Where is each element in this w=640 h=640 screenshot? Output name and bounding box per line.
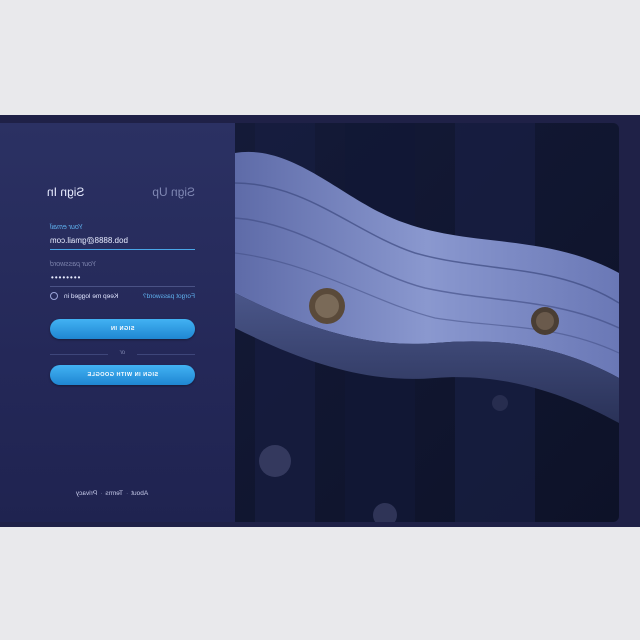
sign-in-panel: Sign Up Sign In Your email bob.8888@gmai… (0, 123, 235, 522)
email-field[interactable]: Your email bob.8888@gmail.com (50, 224, 195, 250)
footer-separator: · (126, 490, 129, 497)
email-underline (50, 249, 195, 250)
email-input[interactable]: bob.8888@gmail.com (50, 236, 195, 245)
footer-separator: · (100, 490, 103, 497)
tab-sign-in[interactable]: Sign In (47, 185, 84, 199)
keep-logged-in-radio[interactable] (50, 292, 58, 300)
divider-or-text: or (119, 350, 126, 356)
divider-line-right (50, 354, 108, 355)
password-label: Your password (50, 261, 97, 268)
weathered-wood-photo (234, 123, 619, 522)
password-input[interactable]: •••••••• (50, 273, 195, 282)
auth-tabs: Sign Up Sign In (47, 185, 195, 205)
login-window-frame: Sign Up Sign In Your email bob.8888@gmai… (0, 115, 640, 527)
password-underline (50, 286, 195, 287)
password-field[interactable]: Your password •••••••• (50, 261, 195, 287)
footer-privacy-link[interactable]: Privacy (76, 490, 97, 497)
login-card: Sign Up Sign In Your email bob.8888@gmai… (0, 123, 619, 522)
or-divider: or (50, 350, 195, 360)
google-sign-in-button[interactable]: SIGN IN WITH GOOGLE (50, 365, 195, 385)
forgot-password-link[interactable]: Forgot password? (143, 293, 195, 300)
sign-in-button[interactable]: SIGN IN (50, 319, 195, 339)
footer-about-link[interactable]: About (131, 490, 148, 497)
keep-logged-in-label[interactable]: Keep me logged in (64, 293, 118, 300)
options-row: Forgot password? Keep me logged in (50, 291, 195, 303)
email-label: Your email (50, 224, 84, 231)
footer-terms-link[interactable]: Terms (105, 490, 123, 497)
hero-image (234, 123, 619, 522)
footer-links: About·Terms·Privacy (67, 490, 157, 497)
tab-sign-up[interactable]: Sign Up (152, 185, 195, 199)
